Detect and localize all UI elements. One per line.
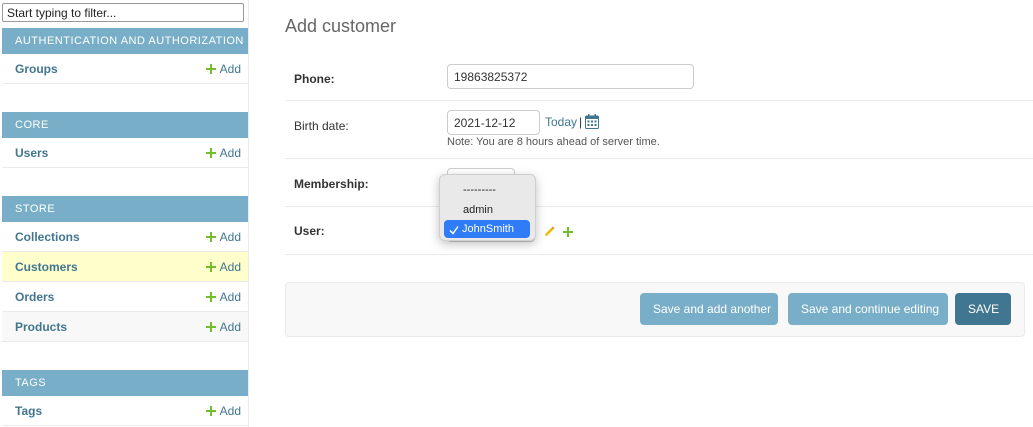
users-link[interactable]: Users [15, 146, 48, 160]
add-products-link[interactable]: Add [205, 320, 241, 334]
sidebar-item-tags: Tags Add [2, 396, 248, 426]
plus-icon [205, 232, 216, 242]
membership-row: Membership: [285, 159, 1033, 207]
plus-icon [205, 406, 216, 416]
add-label: Add [219, 290, 241, 304]
add-tags-link[interactable]: Add [205, 404, 241, 418]
collections-link[interactable]: Collections [15, 230, 80, 244]
sidebar-filter-input[interactable] [2, 3, 244, 22]
add-label: Add [219, 230, 241, 244]
checkmark-icon [449, 223, 459, 241]
dropdown-option-admin[interactable]: admin [445, 201, 531, 219]
save-and-add-another-button[interactable]: Save and add another [640, 293, 778, 325]
tags-link[interactable]: Tags [15, 404, 42, 418]
add-collections-link[interactable]: Add [205, 230, 241, 244]
page-title: Add customer [285, 16, 397, 36]
membership-label: Membership: [294, 177, 369, 191]
app-header-auth[interactable]: AUTHENTICATION AND AUTHORIZATION [2, 28, 248, 54]
user-label: User: [294, 224, 325, 238]
sidebar-item-collections: Collections Add [2, 222, 248, 252]
user-select-dropdown: --------- admin JohnSmith [439, 174, 536, 241]
option-label: JohnSmith [462, 223, 514, 235]
add-groups-link[interactable]: Add [205, 62, 241, 76]
plus-icon [205, 148, 216, 158]
timezone-help-text: Note: You are 8 hours ahead of server ti… [447, 136, 660, 148]
birth-date-row: Birth date: Today | Note: You are 8 hour… [285, 101, 1033, 159]
add-label: Add [219, 404, 241, 418]
add-customers-link[interactable]: Add [205, 260, 241, 274]
pencil-icon[interactable] [544, 224, 555, 242]
save-button[interactable]: SAVE [955, 293, 1011, 325]
plus-icon [205, 262, 216, 272]
add-user-plus-icon[interactable] [563, 224, 573, 242]
groups-link[interactable]: Groups [15, 62, 58, 76]
sidebar-item-products: Products Add [2, 312, 248, 342]
plus-icon [205, 322, 216, 332]
sidebar-item-groups: Groups Add [2, 54, 248, 84]
sidebar-item-orders: Orders Add [2, 282, 248, 312]
sidebar-nav: AUTHENTICATION AND AUTHORIZATION Groups … [0, 0, 249, 427]
customers-link[interactable]: Customers [15, 260, 78, 274]
products-link[interactable]: Products [15, 320, 67, 334]
date-separator: | [579, 115, 583, 129]
add-label: Add [219, 260, 241, 274]
birth-date-input[interactable] [447, 110, 540, 135]
add-label: Add [219, 62, 241, 76]
dropdown-option-johnsmith[interactable]: JohnSmith [444, 220, 530, 238]
app-header-core[interactable]: CORE [2, 112, 248, 138]
add-label: Add [219, 320, 241, 334]
today-link[interactable]: Today [545, 115, 577, 129]
dropdown-option-empty[interactable]: --------- [445, 181, 531, 199]
plus-icon [205, 292, 216, 302]
phone-label: Phone: [294, 72, 335, 86]
add-users-link[interactable]: Add [205, 146, 241, 160]
submit-row: Save and add another Save and continue e… [285, 282, 1025, 337]
phone-row: Phone: [285, 54, 1033, 101]
orders-link[interactable]: Orders [15, 290, 54, 304]
save-and-continue-button[interactable]: Save and continue editing [788, 293, 948, 325]
app-header-tags[interactable]: TAGS [2, 370, 248, 396]
add-orders-link[interactable]: Add [205, 290, 241, 304]
user-row: User: [285, 207, 1033, 255]
app-header-store[interactable]: STORE [2, 196, 248, 222]
phone-input[interactable] [447, 64, 694, 89]
calendar-icon[interactable] [585, 114, 599, 134]
birth-date-label: Birth date: [294, 119, 349, 133]
plus-icon [205, 64, 216, 74]
add-label: Add [219, 146, 241, 160]
sidebar-item-users: Users Add [2, 138, 248, 168]
sidebar-item-customers: Customers Add [2, 252, 248, 282]
